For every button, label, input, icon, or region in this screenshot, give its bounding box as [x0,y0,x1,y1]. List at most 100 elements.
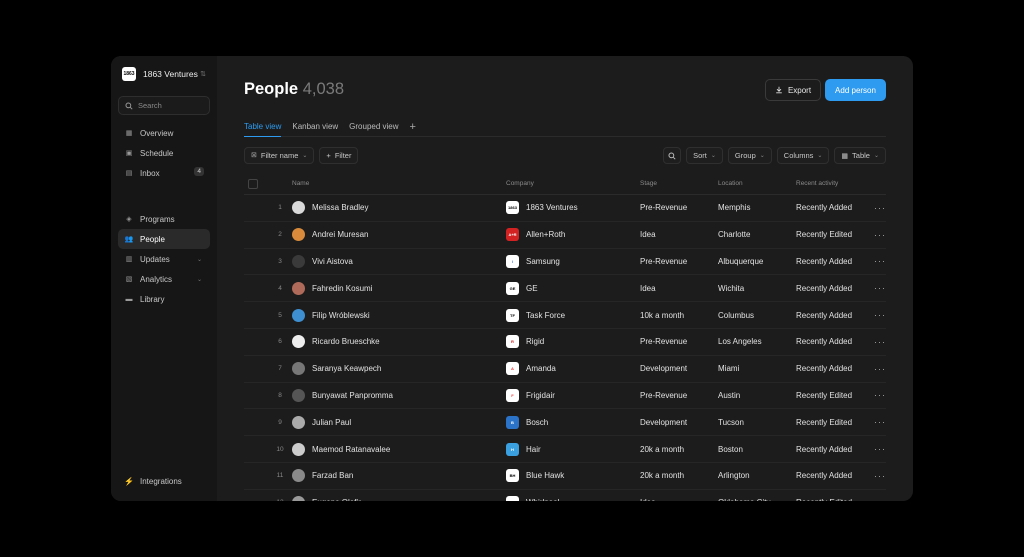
add-person-button[interactable]: Add person [825,79,886,101]
company-cell[interactable]: H Hair [506,442,640,456]
more-options-icon[interactable]: ··· [874,364,886,374]
person-cell[interactable]: Filip Wróblewski [292,308,506,322]
header-stage[interactable]: Stage [640,180,718,187]
header-recent-activity[interactable]: Recent activity [796,180,874,187]
person-cell[interactable]: Fahredin Kosumi [292,281,506,295]
more-options-icon[interactable]: ··· [874,417,886,427]
avatar [292,281,305,295]
person-cell[interactable]: Maemod Ratanavalee [292,442,506,456]
more-options-icon[interactable]: ··· [874,471,886,481]
more-options-icon[interactable]: ··· [874,498,886,501]
more-options-icon[interactable]: ··· [874,444,886,454]
more-options-icon[interactable]: ··· [874,337,886,347]
search-input[interactable]: Search [118,96,210,115]
sidebar-item-updates[interactable]: ▥ Updates ⌄ [118,249,210,269]
more-options-icon[interactable]: ··· [874,230,886,240]
person-cell[interactable]: Ricardo Brueschke [292,335,506,349]
person-name: Melissa Bradley [312,203,369,213]
table-row[interactable]: 11 Farzad Ban BH Blue Hawk 20k a month Arling… [244,463,886,490]
sort-button[interactable]: Sort ⌄ [686,147,723,164]
location-cell: Memphis [718,203,751,213]
app-window: 1863 1863 Ventures ⇅ Search ▦ Overview ▣ Sc… [111,56,913,501]
company-cell[interactable]: R Rigid [506,335,640,349]
add-person-label: Add person [835,85,876,95]
person-cell[interactable]: Andrei Muresan [292,228,506,242]
export-button[interactable]: Export [765,79,821,101]
sidebar-item-schedule[interactable]: ▣ Schedule [118,143,210,163]
row-number: 1 [278,204,282,212]
company-name: Bosch [526,417,549,427]
company-cell[interactable]: / Samsung [506,254,640,268]
company-cell[interactable]: BH Blue Hawk [506,469,640,483]
sidebar-item-label: Updates [140,254,170,264]
person-cell[interactable]: Melissa Bradley [292,201,506,215]
select-all-checkbox[interactable] [248,178,258,189]
table-row[interactable]: 5 Filip Wróblewski TF Task Force 10k a month… [244,302,886,329]
company-cell[interactable]: A Amanda [506,362,640,376]
person-cell[interactable]: Vivi Aistova [292,254,506,268]
workspace-switcher[interactable]: 1863 1863 Ventures ⇅ [118,56,210,92]
more-options-icon[interactable]: ··· [874,310,886,320]
columns-button[interactable]: Columns ⌄ [776,147,830,164]
table-row[interactable]: 9 Julian Paul B Bosch Development Tucson Recen… [244,409,886,437]
stage-cell: Pre-Revenue [640,390,688,400]
avatar [292,496,305,501]
more-options-icon[interactable]: ··· [874,283,886,293]
company-cell[interactable]: B Bosch [506,415,640,429]
person-cell[interactable]: Julian Paul [292,415,506,429]
person-name: Saranya Keawpech [312,364,382,374]
sidebar-item-overview[interactable]: ▦ Overview [118,123,210,143]
stage-cell: 20k a month [640,444,685,454]
person-cell[interactable]: Eugene Olefir [292,496,506,501]
company-name: Task Force [526,310,566,320]
header-name[interactable]: Name [292,180,506,187]
inbox-count-badge: 4 [194,167,204,176]
more-options-icon[interactable]: ··· [874,203,886,213]
table-row[interactable]: 1 Melissa Bradley 1863 1863 Ventures Pre-Rev… [244,195,886,222]
sidebar-item-inbox[interactable]: ▤ Inbox 4 [118,163,210,183]
add-filter-button[interactable]: + Filter [319,146,359,164]
company-logo: W [506,496,519,501]
sidebar-item-analytics[interactable]: ▧ Analytics ⌄ [118,269,210,289]
person-cell[interactable]: Saranya Keawpech [292,362,506,376]
table-row[interactable]: 10 Maemod Ratanavalee H Hair 20k a month Bost… [244,436,886,463]
company-cell[interactable]: TF Task Force [506,308,640,322]
person-cell[interactable]: Farzad Ban [292,469,506,483]
stage-cell: Idea [640,230,656,240]
table-search-button[interactable] [663,147,682,164]
table-row[interactable]: 6 Ricardo Brueschke R Rigid Pre-Revenue Los A… [244,329,886,356]
table-layout-button[interactable]: ▦ Table ⌄ [834,147,886,164]
tab-grouped-view[interactable]: Grouped view [349,122,398,136]
company-cell[interactable]: 1863 1863 Ventures [506,201,640,215]
add-view-icon[interactable]: + [410,121,416,136]
tab-table-view[interactable]: Table view [244,122,282,137]
company-cell[interactable]: F Frigidair [506,388,640,402]
company-cell[interactable]: GE GE [506,281,640,295]
more-options-icon[interactable]: ··· [874,390,886,400]
table-row[interactable]: 8 Bunyawat Panpromma F Frigidair Pre-Revenue… [244,383,886,410]
table-row[interactable]: 4 Fahredin Kosumi GE GE Idea Wichita Recently … [244,275,886,303]
columns-label: Columns [783,151,814,160]
sidebar-item-library[interactable]: ▬ Library [118,289,210,309]
sidebar-item-people[interactable]: 👥 People [118,229,210,249]
header-location[interactable]: Location [718,180,796,187]
company-logo: A+R [506,228,519,242]
company-cell[interactable]: A+R Allen+Roth [506,228,640,242]
table-row[interactable]: 3 Vivi Aistova / Samsung Pre-Revenue Albuquer… [244,249,886,276]
table-row[interactable]: 2 Andrei Muresan A+R Allen+Roth Idea Charlott… [244,222,886,249]
table-row[interactable]: 7 Saranya Keawpech A Amanda Development Miami… [244,356,886,383]
header-company[interactable]: Company [506,180,640,187]
more-options-icon[interactable]: ··· [874,256,886,266]
filter-name-button[interactable]: ⊠ Filter name ⌄ [244,146,315,164]
avatar [292,201,305,215]
sidebar-item-programs[interactable]: ◈ Programs [118,209,210,229]
company-cell[interactable]: W Whirlpool [506,496,640,501]
group-button[interactable]: Group ⌄ [727,147,772,164]
sidebar-item-integrations[interactable]: ⚡ Integrations [118,471,210,491]
person-cell[interactable]: Bunyawat Panpromma [292,388,506,402]
location-cell: Columbus [718,310,755,320]
table-row[interactable]: 12 Eugene Olefir W Whirlpool IdeaOklahoma Ci… [244,490,886,501]
company-logo: H [506,442,519,456]
sidebar-item-label: Integrations [140,476,182,486]
tab-kanban-view[interactable]: Kanban view [292,122,338,136]
